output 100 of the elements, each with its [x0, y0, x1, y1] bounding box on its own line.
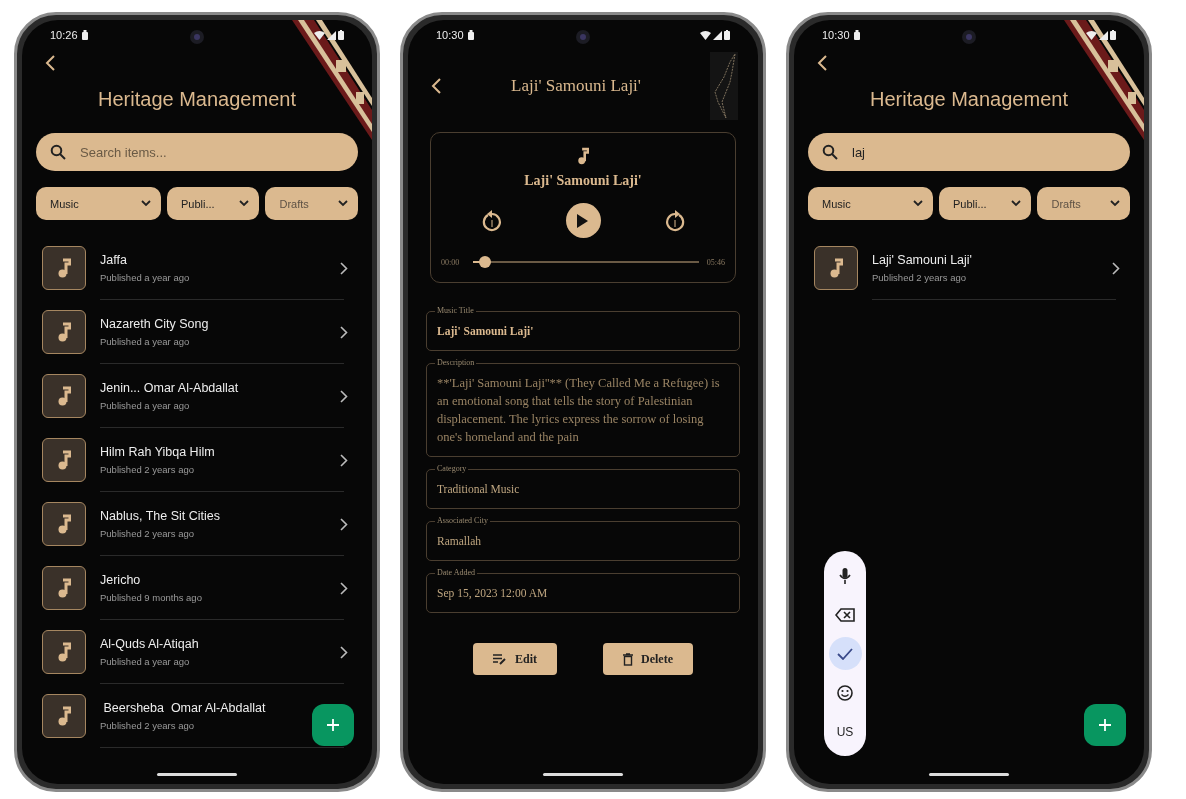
chevron-right-icon [340, 261, 348, 275]
filter-dropdown[interactable]: Publi... [166, 187, 260, 220]
smiley-icon [837, 684, 853, 701]
list-item[interactable]: Nazareth City Song Published a year ago [36, 300, 358, 364]
list-item[interactable]: Nablus, The Sit Cities Published 2 years ago [36, 492, 358, 556]
rewind-icon[interactable] [481, 209, 502, 232]
page-title: Laji' Samouni Laji' [510, 76, 642, 96]
notification-icon [853, 30, 860, 40]
field-value: **'Laji' Samouni Laji''** (They Called Me a Refugee) is an emotional song that tells the story of Palestinian displacement. The lyrics express the sorrow of losing one's homeland and the pain [437, 375, 721, 446]
music-note-icon [577, 147, 589, 165]
chevron-right-icon [340, 389, 348, 403]
wifi-icon [700, 30, 711, 40]
search-input[interactable]: Search items... [78, 143, 344, 161]
chevron-down-icon [1110, 200, 1120, 207]
list-item[interactable]: Jenin... Omar Al-Abdallat Published a year ago [36, 364, 358, 428]
chevron-right-icon [340, 517, 348, 531]
item-title: Jericho [100, 573, 141, 587]
camera-hole-drawing [962, 30, 976, 44]
music-note-icon [829, 258, 843, 278]
item-title: Laji' Samouni Laji' [872, 253, 972, 267]
chevron-down-icon [338, 200, 348, 207]
edit-button[interactable]: Edit [473, 643, 557, 675]
list-item[interactable]: Beersheba Omar Al-Abdallat Published 2 years ago [36, 684, 358, 748]
chevron-right-icon [340, 325, 348, 339]
chevron-down-icon [140, 200, 151, 207]
search-field[interactable]: laj [808, 133, 1130, 171]
list-item[interactable]: Laji' Samouni Laji' Published 2 years ago [808, 236, 1130, 300]
music-note-icon [57, 386, 71, 406]
search-icon [50, 144, 66, 160]
field-value: Ramallah [437, 534, 483, 549]
item-subtitle: Published 9 months ago [100, 592, 202, 603]
item-title: Nazareth City Song [100, 317, 209, 331]
chevron-right-icon [340, 453, 348, 467]
list-item[interactable]: Jaffa Published a year ago [36, 236, 358, 300]
add-button[interactable] [312, 704, 354, 746]
elapsed-time: 00:00 [441, 257, 460, 267]
item-title: Nablus, The Sit Cities [100, 509, 220, 523]
signal-icon [713, 30, 722, 40]
list-item[interactable]: Jericho Published 9 months ago [36, 556, 358, 620]
field-value: Sep 15, 2023 12:00 AM [437, 586, 549, 602]
item-subtitle: Published a year ago [100, 336, 190, 347]
chevron-down-icon [1011, 200, 1022, 207]
wifi-icon [314, 30, 325, 40]
item-subtitle: Published 2 years ago [872, 272, 966, 283]
wifi-icon [1086, 30, 1097, 40]
microphone-icon [839, 566, 851, 585]
filter-dropdown[interactable]: Drafts [1037, 187, 1130, 220]
play-button[interactable] [565, 203, 601, 238]
battery-icon [338, 30, 344, 40]
keyboard-key[interactable]: US [828, 715, 862, 748]
track-title: Laji' Samouni Laji' [524, 173, 642, 189]
battery-icon [1110, 30, 1116, 40]
field-label: Category [435, 464, 469, 473]
field-value: Traditional Music [437, 482, 521, 497]
item-title: Hilm Rah Yibqa Hilm [100, 445, 215, 459]
filter-dropdown[interactable]: Music [36, 187, 161, 220]
search-field[interactable]: Search items... [36, 133, 358, 171]
item-subtitle: Published 2 years ago [100, 528, 194, 539]
add-button[interactable] [1084, 704, 1126, 746]
field-value: Laji' Samouni Laji' [437, 324, 535, 340]
item-title: Al-Quds Al-Atiqah [100, 637, 199, 651]
list-item[interactable]: Hilm Rah Yibqa Hilm Published 2 years ago [36, 428, 358, 492]
item-subtitle: Published a year ago [100, 656, 190, 667]
duration-time: 05:46 [706, 257, 725, 267]
music-note-icon [57, 578, 71, 598]
item-subtitle: Published 2 years ago [100, 464, 194, 475]
field-label: Associated City [435, 516, 490, 525]
chevron-down-icon [239, 200, 250, 207]
battery-icon [724, 30, 730, 40]
item-title: Jaffa [100, 253, 127, 267]
delete-button[interactable]: Delete [603, 643, 693, 675]
search-icon [822, 144, 838, 160]
status-time: 10:30 [436, 29, 464, 41]
plus-icon [326, 718, 340, 732]
item-subtitle: Published a year ago [100, 400, 190, 411]
plus-icon [1098, 718, 1112, 732]
page-title: Heritage Management [869, 88, 1069, 111]
field-label: Music Title [435, 306, 476, 315]
item-subtitle: Published 2 years ago [100, 720, 194, 731]
filter-dropdown[interactable]: Music [808, 187, 933, 220]
item-title: Jenin... Omar Al-Abdallat [100, 381, 239, 395]
chevron-right-icon [340, 581, 348, 595]
camera-hole-drawing [190, 30, 204, 44]
forward-icon[interactable] [664, 209, 685, 232]
filter-dropdown[interactable]: Drafts [265, 187, 358, 220]
status-time: 10:26 [50, 29, 78, 41]
map-outline-drawing [710, 52, 738, 120]
music-note-icon [57, 450, 71, 470]
notification-icon [81, 30, 88, 40]
list-item[interactable]: Al-Quds Al-Atiqah Published a year ago [36, 620, 358, 684]
chevron-right-icon [1112, 261, 1120, 275]
seek-thumb[interactable] [478, 256, 491, 268]
item-subtitle: Published a year ago [100, 272, 190, 283]
music-note-icon [57, 706, 71, 726]
filter-dropdown[interactable]: Publi... [938, 187, 1032, 220]
field-label: Date Added [435, 568, 477, 577]
chevron-right-icon [340, 645, 348, 659]
edit-icon [493, 653, 507, 665]
backspace-icon [835, 607, 855, 622]
search-input[interactable]: laj [850, 143, 1116, 161]
